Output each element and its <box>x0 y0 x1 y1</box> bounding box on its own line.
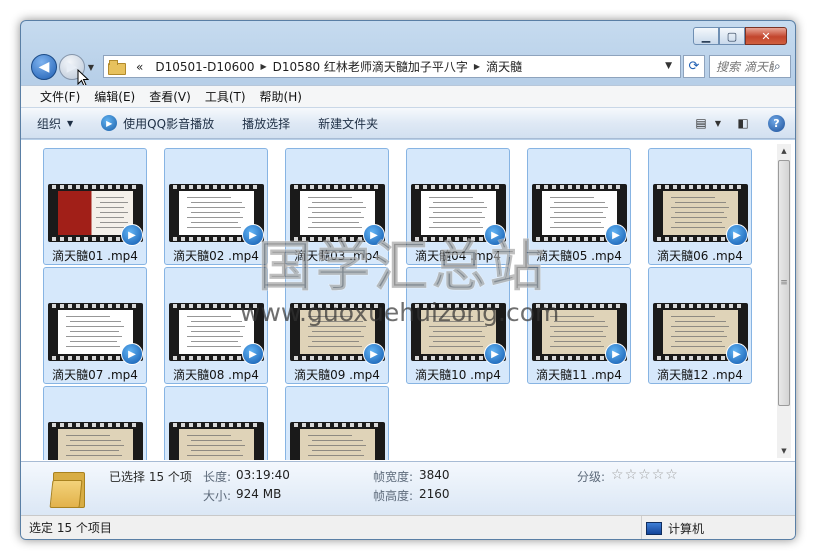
play-qq-label: 使用QQ影音播放 <box>123 116 215 131</box>
file-tile[interactable]: ▶ <box>164 386 268 460</box>
address-row: ◀ ▶ ▼ « D10501-D10600 ▶ D10580 红林老师滴天髓加子… <box>21 51 795 87</box>
new-folder-label: 新建文件夹 <box>318 116 379 131</box>
organize-button[interactable]: 组织 ▼ <box>37 115 73 132</box>
search-icon[interactable]: ⌕ <box>774 59 781 74</box>
length-value: 03:19:40 <box>236 468 290 482</box>
frame-height-label: 帧高度: <box>373 489 414 503</box>
play-selection-button[interactable]: 播放选择 <box>242 115 290 132</box>
file-name: 滴天髓12 .mp4 <box>657 368 743 382</box>
details-pane: 已选择 15 个项 长度: 03:19:40 大小: 924 MB 帧宽度: 3… <box>21 461 795 515</box>
address-dropdown-icon[interactable]: ▼ <box>665 61 672 71</box>
file-name: 滴天髓09 .mp4 <box>294 368 380 382</box>
status-location: 计算机 <box>641 516 705 539</box>
scroll-down-icon[interactable]: ▼ <box>777 444 791 458</box>
qq-player-icon: ▶ <box>121 343 143 365</box>
star-icon[interactable]: ☆ <box>638 467 652 483</box>
status-bar: 选定 15 个项目 计算机 <box>21 515 795 539</box>
selection-count: 已选择 15 个项 <box>109 470 192 484</box>
computer-icon <box>646 521 662 535</box>
change-view-icon[interactable]: ▤ <box>690 114 712 132</box>
status-selection: 选定 15 个项目 <box>29 521 112 535</box>
size-label: 大小: <box>203 489 232 503</box>
qq-player-icon: ▶ <box>101 115 118 131</box>
watermark-url: www.guoxuehuizong.com <box>240 298 560 327</box>
frame-height-value: 2160 <box>419 487 450 501</box>
menu-edit[interactable]: 编辑(E) <box>87 88 142 105</box>
search-box[interactable]: ⌕ <box>709 55 791 78</box>
breadcrumb-item[interactable]: 滴天髓 <box>480 58 528 75</box>
preview-pane-icon[interactable]: ◧ <box>732 114 754 132</box>
command-bar: 组织 ▼ ▶ 使用QQ影音播放 播放选择 新建文件夹 ▤ ▼ ◧ ? <box>21 107 795 139</box>
star-icon[interactable]: ☆ <box>665 467 679 483</box>
file-tile[interactable]: ▶ <box>285 386 389 460</box>
minimize-button[interactable]: ▁ <box>693 27 719 45</box>
star-icon[interactable]: ☆ <box>652 467 666 483</box>
video-thumbnail <box>290 422 385 460</box>
menu-bar: 文件(F) 编辑(E) 查看(V) 工具(T) 帮助(H) <box>21 85 795 107</box>
scroll-up-icon[interactable]: ▲ <box>777 144 791 158</box>
qq-player-icon: ▶ <box>242 343 264 365</box>
file-tile[interactable]: ▶ 滴天髓07 .mp4 <box>43 267 147 384</box>
video-thumbnail <box>169 422 264 460</box>
organize-label: 组织 <box>37 116 62 131</box>
folder-icon <box>49 468 89 508</box>
new-folder-button[interactable]: 新建文件夹 <box>318 115 378 132</box>
vertical-scrollbar[interactable]: ▲ ≡ ▼ <box>777 144 791 458</box>
scroll-thumb[interactable]: ≡ <box>778 160 790 406</box>
qq-player-icon: ▶ <box>726 343 748 365</box>
qq-player-icon: ▶ <box>363 343 385 365</box>
menu-view[interactable]: 查看(V) <box>142 88 198 105</box>
rating-stars[interactable]: ☆☆☆☆☆ <box>611 467 679 483</box>
close-button[interactable]: ✕ <box>745 27 787 45</box>
video-thumbnail <box>48 422 143 460</box>
file-tile[interactable]: ▶ 滴天髓01 .mp4 <box>43 148 147 265</box>
file-name: 滴天髓06 .mp4 <box>657 249 743 263</box>
file-name: 滴天髓10 .mp4 <box>415 368 501 382</box>
star-icon[interactable]: ☆ <box>611 467 625 483</box>
file-name: 滴天髓02 .mp4 <box>173 249 259 263</box>
file-tile[interactable]: ▶ 滴天髓06 .mp4 <box>648 148 752 265</box>
view-options-chevron-icon[interactable]: ▼ <box>712 114 724 132</box>
qq-player-icon: ▶ <box>484 343 506 365</box>
size-value: 924 MB <box>236 487 282 501</box>
menu-tools[interactable]: 工具(T) <box>198 88 253 105</box>
refresh-button[interactable]: ⟳ <box>683 55 705 78</box>
back-button[interactable]: ◀ <box>31 54 57 80</box>
breadcrumb-overflow[interactable]: « <box>130 60 149 74</box>
file-name: 滴天髓11 .mp4 <box>536 368 622 382</box>
frame-width-value: 3840 <box>419 468 450 482</box>
file-tile[interactable]: ▶ 滴天髓12 .mp4 <box>648 267 752 384</box>
command-bar-right: ▤ ▼ ◧ ? <box>682 114 785 132</box>
menu-file[interactable]: 文件(F) <box>33 88 87 105</box>
frame-width-label: 帧宽度: <box>373 470 414 484</box>
breadcrumb-item[interactable]: D10501-D10600 <box>149 60 260 74</box>
file-name: 滴天髓08 .mp4 <box>173 368 259 382</box>
menu-help[interactable]: 帮助(H) <box>253 88 309 105</box>
window-controls: ▁ ▢ ✕ <box>693 27 787 45</box>
file-tile[interactable]: ▶ 滴天髓02 .mp4 <box>164 148 268 265</box>
file-name: 滴天髓07 .mp4 <box>52 368 138 382</box>
breadcrumb-item[interactable]: D10580 红林老师滴天髓加子平八字 <box>267 58 474 75</box>
qq-player-icon: ▶ <box>121 224 143 246</box>
maximize-button[interactable]: ▢ <box>719 27 745 45</box>
chevron-down-icon: ▼ <box>67 118 74 128</box>
rating-label: 分级: <box>577 470 606 484</box>
qq-player-icon: ▶ <box>605 343 627 365</box>
qq-player-icon: ▶ <box>726 224 748 246</box>
folder-icon <box>108 60 126 75</box>
status-location-label: 计算机 <box>668 521 705 536</box>
play-selection-label: 播放选择 <box>242 116 291 131</box>
play-qq-button[interactable]: ▶ 使用QQ影音播放 <box>101 115 214 132</box>
help-icon[interactable]: ? <box>768 114 785 132</box>
star-icon[interactable]: ☆ <box>625 467 639 483</box>
address-bar[interactable]: « D10501-D10600 ▶ D10580 红林老师滴天髓加子平八字 ▶ … <box>103 55 681 78</box>
search-input[interactable] <box>716 59 774 74</box>
file-tile[interactable]: ▶ <box>43 386 147 460</box>
length-label: 长度: <box>203 470 232 484</box>
file-name: 滴天髓01 .mp4 <box>52 249 138 263</box>
qq-player-icon: ▶ <box>605 224 627 246</box>
watermark-text: 国学汇总站 <box>258 235 548 299</box>
